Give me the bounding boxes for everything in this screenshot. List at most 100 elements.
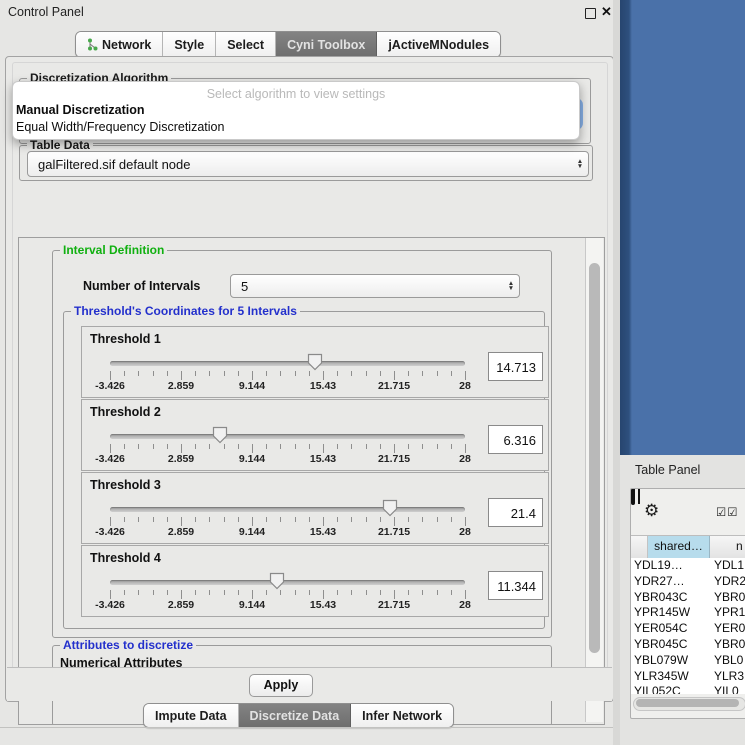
horizontal-scrollbar-thumb[interactable] — [636, 699, 739, 707]
slider-track[interactable] — [110, 580, 465, 585]
tab-cyni-toolbox[interactable]: Cyni Toolbox — [276, 32, 377, 57]
tick-mark — [280, 444, 281, 449]
column-header-name[interactable]: n — [710, 536, 745, 558]
table-row[interactable]: YBR045CYBR0 — [631, 637, 745, 653]
slider-track[interactable] — [110, 361, 465, 366]
scale-label: 28 — [459, 380, 471, 392]
slider-thumb[interactable] — [307, 353, 323, 371]
tab-select[interactable]: Select — [216, 32, 276, 57]
float-window-icon[interactable] — [585, 8, 596, 19]
control-panel-titlebar: Control Panel ✕ — [0, 0, 617, 24]
tick-mark — [110, 444, 111, 453]
slider-thumb[interactable] — [382, 499, 398, 517]
tab-style[interactable]: Style — [163, 32, 216, 57]
scale-label: 15.43 — [310, 526, 336, 538]
tick-mark — [181, 517, 182, 526]
table-row[interactable]: YDL19…YDL1 — [631, 558, 745, 574]
threshold-value-field[interactable]: 11.344 — [488, 571, 543, 600]
cell-name[interactable]: YBR0 — [714, 590, 745, 606]
dropdown-item-equal-width[interactable]: Equal Width/Frequency Discretization — [16, 120, 224, 134]
tick-mark — [181, 590, 182, 599]
slider-track[interactable] — [110, 507, 465, 512]
table-rows: YDL19…YDL1YDR27…YDR2YBR043CYBR0YPR145WYP… — [631, 558, 745, 694]
tab-impute-data[interactable]: Impute Data — [144, 704, 239, 727]
dropdown-item-manual[interactable]: Manual Discretization — [16, 103, 145, 117]
tick-mark — [309, 517, 310, 522]
vertical-scrollbar-thumb[interactable] — [589, 263, 600, 653]
cell-shared-name[interactable]: YLR345W — [631, 669, 714, 685]
apply-button[interactable]: Apply — [249, 674, 313, 697]
scale-label: 28 — [459, 526, 471, 538]
tick-mark — [380, 444, 381, 449]
checkbox-icons[interactable]: ☑☑ — [716, 505, 739, 519]
tick-mark — [266, 371, 267, 376]
cell-shared-name[interactable]: YBL079W — [631, 653, 714, 669]
threshold-value-field[interactable]: 6.316 — [488, 425, 543, 454]
scale-label: -3.426 — [95, 380, 125, 392]
slider-track[interactable] — [110, 434, 465, 439]
tick-mark — [437, 590, 438, 595]
table-row[interactable]: YDR27…YDR2 — [631, 574, 745, 590]
cell-name[interactable]: YBR0 — [714, 637, 745, 653]
split-columns-icon[interactable] — [631, 488, 635, 505]
tick-mark — [394, 371, 395, 380]
tab-jactivemnodules[interactable]: jActiveMNodules — [377, 32, 500, 57]
scale-label: -3.426 — [95, 599, 125, 611]
tab-network[interactable]: Network — [76, 32, 163, 57]
table-row[interactable]: YLR345WYLR3 — [631, 669, 745, 685]
cell-name[interactable]: YIL0 — [714, 684, 745, 694]
table-row[interactable]: YER054CYER0 — [631, 621, 745, 637]
slider-thumb[interactable] — [269, 572, 285, 590]
header-gutter — [631, 536, 648, 558]
tick-mark — [465, 371, 466, 380]
desktop-background: GAL80GACGAL11GAL4GCY1HHAP2 — [620, 0, 745, 455]
tick-mark — [195, 371, 196, 376]
table-row[interactable]: YIL052CYIL0 — [631, 684, 745, 694]
horizontal-scrollbar[interactable] — [633, 697, 745, 711]
tick-mark — [451, 371, 452, 376]
table-toolbar: ⚙ ☑☑ — [631, 489, 745, 533]
cell-name[interactable]: YDL1 — [714, 558, 745, 574]
close-icon[interactable]: ✕ — [601, 4, 612, 20]
table-row[interactable]: YBL079WYBL0 — [631, 653, 745, 669]
cell-name[interactable]: YPR1 — [714, 605, 745, 621]
tick-mark — [209, 590, 210, 595]
tick-mark — [309, 444, 310, 449]
tick-mark — [280, 371, 281, 376]
cell-name[interactable]: YLR3 — [714, 669, 745, 685]
threshold-value-field[interactable]: 21.4 — [488, 498, 543, 527]
tick-mark — [451, 444, 452, 449]
tick-mark — [110, 371, 111, 380]
tick-mark — [408, 371, 409, 376]
cell-shared-name[interactable]: YBR043C — [631, 590, 714, 606]
tab-infer-network[interactable]: Infer Network — [351, 704, 453, 727]
cell-shared-name[interactable]: YDL19… — [631, 558, 714, 574]
slider-thumb[interactable] — [212, 426, 228, 444]
cell-name[interactable]: YBL0 — [714, 653, 745, 669]
table-data-combo[interactable]: galFiltered.sif default node ▲▼ — [27, 151, 589, 177]
threshold-row: Threshold 3-3.4262.8599.14415.4321.71528… — [81, 472, 549, 544]
tick-mark — [124, 590, 125, 595]
tick-mark — [422, 444, 423, 449]
tick-mark — [408, 590, 409, 595]
table-row[interactable]: YBR043CYBR0 — [631, 590, 745, 606]
tick-mark — [366, 444, 367, 449]
threshold-label: Threshold 4 — [90, 551, 161, 565]
tick-mark — [437, 517, 438, 522]
column-header-shared-name[interactable]: shared… — [648, 536, 710, 558]
cell-shared-name[interactable]: YER054C — [631, 621, 714, 637]
cell-shared-name[interactable]: YIL052C — [631, 684, 714, 694]
cell-name[interactable]: YDR2 — [714, 574, 745, 590]
tab-discretize-data[interactable]: Discretize Data — [239, 704, 352, 727]
threshold-value-field[interactable]: 14.713 — [488, 352, 543, 381]
cell-name[interactable]: YER0 — [714, 621, 745, 637]
gear-icon[interactable]: ⚙ — [644, 501, 659, 521]
vertical-scrollbar-track[interactable] — [585, 238, 603, 722]
cell-shared-name[interactable]: YDR27… — [631, 574, 714, 590]
panel-divider[interactable] — [613, 0, 620, 745]
scale-label: 2.859 — [168, 599, 194, 611]
cell-shared-name[interactable]: YPR145W — [631, 605, 714, 621]
number-of-intervals-combo[interactable]: 5 ▲▼ — [230, 274, 520, 298]
cell-shared-name[interactable]: YBR045C — [631, 637, 714, 653]
table-row[interactable]: YPR145WYPR1 — [631, 605, 745, 621]
